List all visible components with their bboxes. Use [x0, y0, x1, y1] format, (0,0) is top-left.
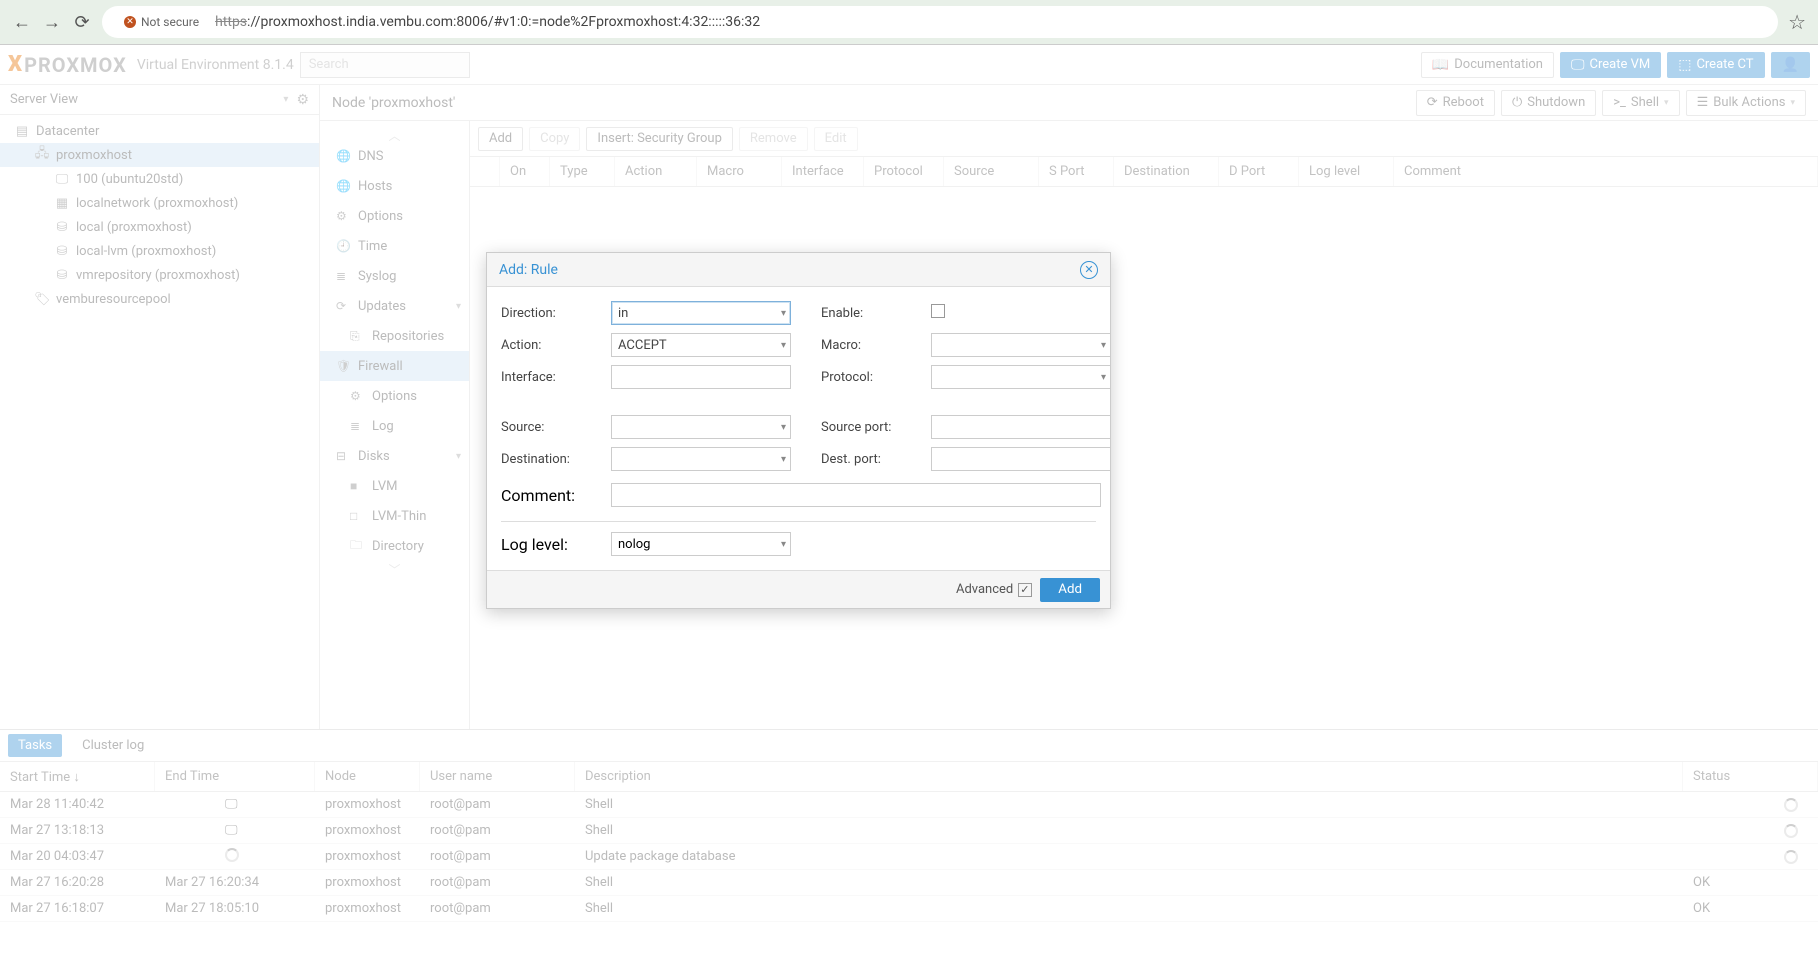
enable-checkbox[interactable]	[931, 304, 945, 318]
source-select[interactable]: ▾	[611, 415, 791, 439]
macro-label: Macro:	[821, 338, 931, 353]
chevron-down-icon: ▾	[781, 454, 786, 465]
source-label: Source:	[501, 420, 611, 435]
macro-select[interactable]: ▾	[931, 333, 1111, 357]
browser-chrome: ← → ⟳ ✕ Not secure https://proxmoxhost.i…	[0, 0, 1818, 45]
protocol-select[interactable]: ▾	[931, 365, 1111, 389]
log-level-select[interactable]: nolog▾	[611, 532, 791, 556]
modal-header[interactable]: Add: Rule ✕	[487, 253, 1110, 287]
destination-select[interactable]: ▾	[611, 447, 791, 471]
interface-input[interactable]	[611, 365, 791, 389]
chevron-down-icon: ▾	[1101, 340, 1106, 351]
back-icon[interactable]: ←	[12, 12, 32, 32]
log-level-label: Log level:	[501, 535, 611, 554]
not-secure-badge[interactable]: ✕ Not secure	[116, 13, 207, 31]
comment-input[interactable]	[611, 483, 1101, 507]
interface-label: Interface:	[501, 370, 611, 385]
protocol-label: Protocol:	[821, 370, 931, 385]
advanced-toggle[interactable]: Advanced	[956, 582, 1032, 597]
source-port-input[interactable]	[931, 415, 1111, 439]
chevron-down-icon: ▾	[781, 308, 786, 319]
forward-icon[interactable]: →	[42, 12, 62, 32]
dest-port-label: Dest. port:	[821, 452, 931, 467]
url-text: https://proxmoxhost.india.vembu.com:8006…	[215, 14, 760, 30]
not-secure-icon: ✕	[124, 16, 136, 28]
add-rule-modal: Add: Rule ✕ Direction: in▾ Enable: Actio…	[486, 252, 1111, 609]
reload-icon[interactable]: ⟳	[72, 12, 92, 32]
direction-label: Direction:	[501, 306, 611, 321]
not-secure-label: Not secure	[141, 15, 199, 29]
chevron-down-icon: ▾	[781, 539, 786, 550]
bookmark-star-icon[interactable]: ☆	[1788, 10, 1806, 34]
close-icon[interactable]: ✕	[1080, 261, 1098, 279]
direction-select[interactable]: in▾	[611, 301, 791, 325]
action-label: Action:	[501, 338, 611, 353]
modal-add-button[interactable]: Add	[1040, 578, 1100, 602]
chevron-down-icon: ▾	[781, 340, 786, 351]
destination-label: Destination:	[501, 452, 611, 467]
dest-port-input[interactable]	[931, 447, 1111, 471]
address-bar[interactable]: ✕ Not secure https://proxmoxhost.india.v…	[102, 6, 1778, 38]
chevron-down-icon: ▾	[781, 422, 786, 433]
action-select[interactable]: ACCEPT▾	[611, 333, 791, 357]
enable-label: Enable:	[821, 306, 931, 321]
modal-title: Add: Rule	[499, 262, 558, 278]
comment-label: Comment:	[501, 486, 611, 505]
advanced-checkbox[interactable]	[1018, 583, 1032, 597]
chevron-down-icon: ▾	[1101, 372, 1106, 383]
source-port-label: Source port:	[821, 420, 931, 435]
